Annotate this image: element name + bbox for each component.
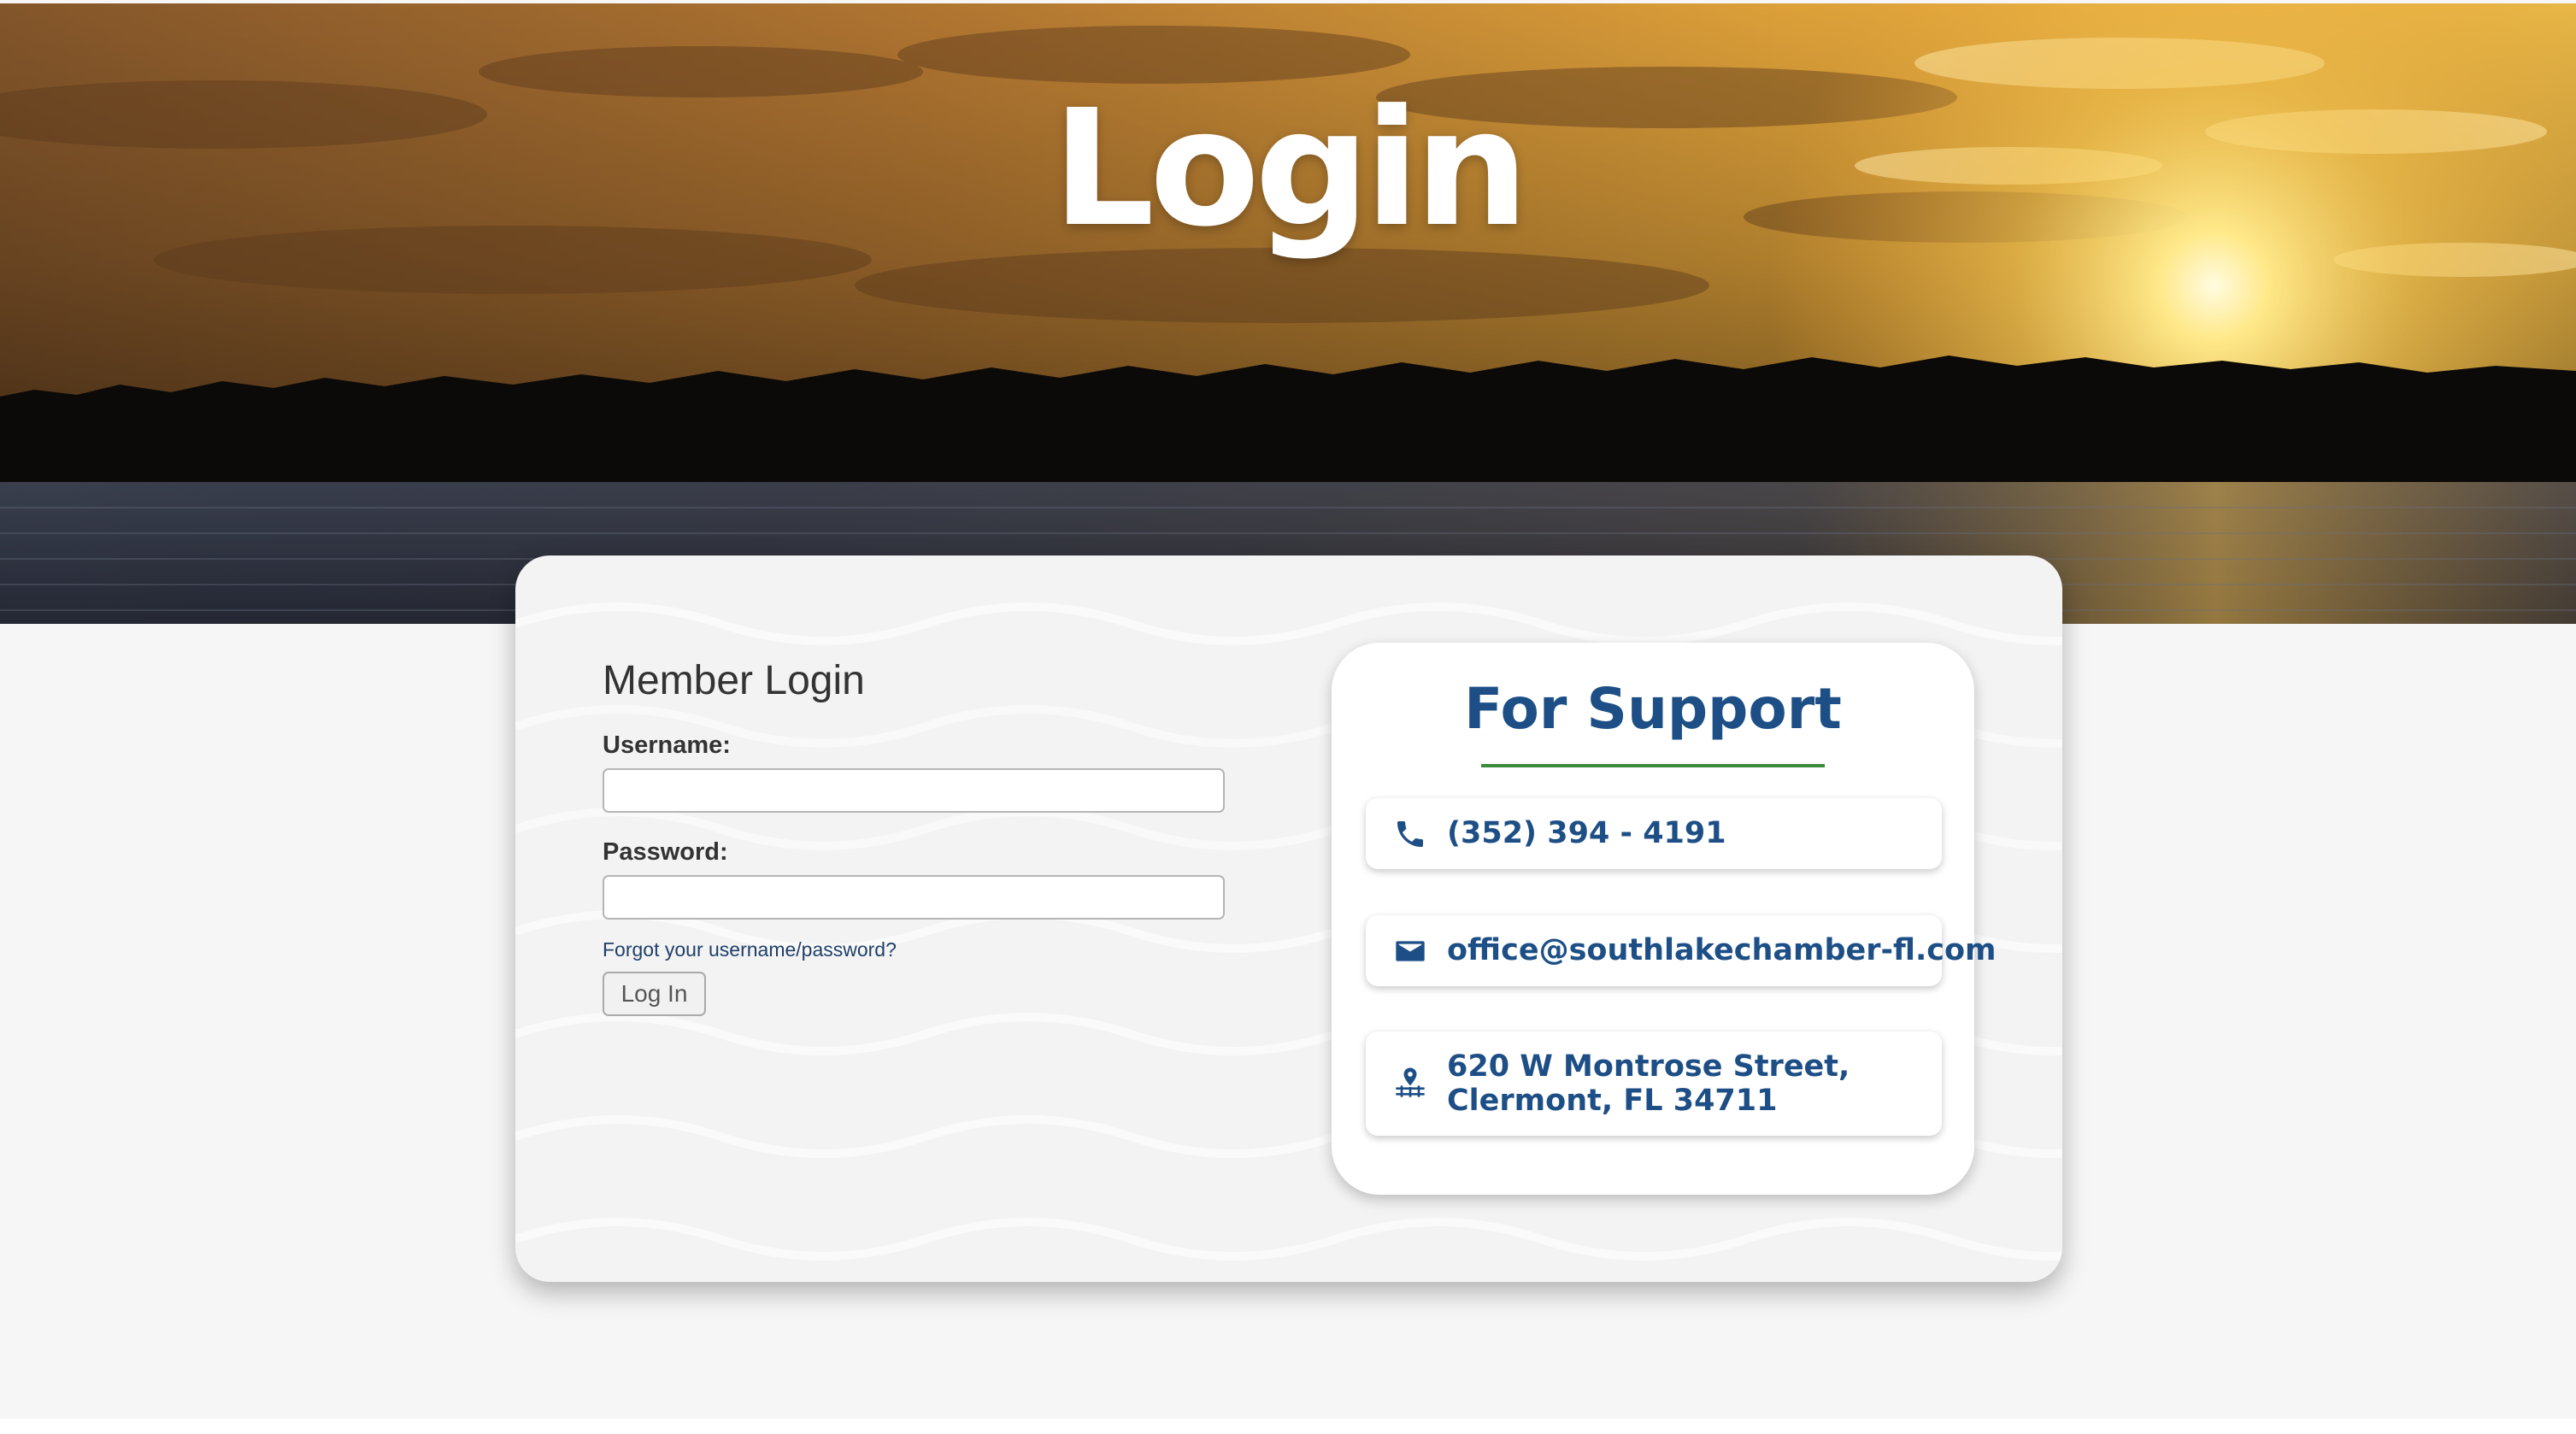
- address-line-2: Clermont, FL 34711: [1447, 1084, 1778, 1118]
- member-login-form: Member Login Username: Password: Forgot …: [603, 656, 1235, 1016]
- member-login-heading: Member Login: [603, 658, 865, 703]
- password-label: Password:: [603, 837, 728, 866]
- password-input[interactable]: [603, 874, 1225, 920]
- support-heading: For Support: [1464, 676, 1842, 742]
- map-pin-icon: [1396, 1067, 1425, 1097]
- address-line-1: 620 W Montrose Street,: [1447, 1049, 1850, 1084]
- support-phone-number: (352) 394 - 4191: [1447, 816, 1726, 850]
- login-card: Member Login Username: Password: Forgot …: [515, 555, 2062, 1282]
- support-email-link[interactable]: office@southlakechamber-fl.com: [1366, 915, 1997, 986]
- page-title: Login: [1052, 75, 1529, 262]
- support-street-address: 620 W Montrose Street, Clermont, FL 3471…: [1447, 1049, 1850, 1118]
- username-label: Username:: [603, 731, 731, 759]
- mail-icon: [1396, 941, 1425, 961]
- support-panel: For Support (352) 394 - 4191 office@sout…: [1332, 643, 1997, 1195]
- hero-banner: Login: [0, 3, 2576, 624]
- support-address-link[interactable]: 620 W Montrose Street, Clermont, FL 3471…: [1366, 1031, 1942, 1136]
- log-in-button[interactable]: Log In: [603, 971, 706, 1016]
- support-heading-underline: [1481, 764, 1825, 767]
- phone-icon: [1397, 821, 1423, 847]
- support-phone-link[interactable]: (352) 394 - 4191: [1366, 798, 1942, 869]
- support-email-address: office@southlakechamber-fl.com: [1447, 933, 1997, 967]
- forgot-credentials-link[interactable]: Forgot your username/password?: [603, 938, 897, 961]
- username-input[interactable]: [603, 767, 1225, 813]
- page: Login Member Login Username: Password: F…: [0, 0, 2576, 1419]
